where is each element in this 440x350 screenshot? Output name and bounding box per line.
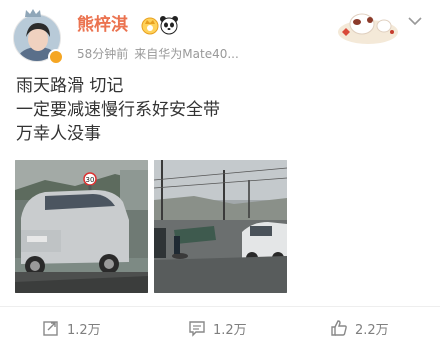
comment-count: 1.2万 bbox=[213, 322, 247, 338]
verified-badge bbox=[48, 49, 64, 65]
repost-button[interactable]: 1.2万 bbox=[42, 314, 101, 342]
road-photo bbox=[154, 160, 287, 293]
post-image-2[interactable] bbox=[154, 160, 287, 293]
actions-divider bbox=[0, 306, 440, 307]
car-photo: 30 bbox=[15, 160, 148, 293]
crown-vip-icon bbox=[141, 17, 159, 35]
post-header: 熊梓淇 58分钟前 来自华为Mate40... bbox=[0, 0, 440, 68]
card-decoration-dog-icon bbox=[338, 13, 398, 44]
post-source: 来自华为Mate40... bbox=[134, 47, 239, 61]
post-line-2: 一定要减速慢行系好安全带 bbox=[16, 100, 220, 120]
chevron-down-icon[interactable] bbox=[408, 16, 422, 26]
post-time: 58分钟前 bbox=[77, 47, 129, 61]
repost-icon bbox=[43, 321, 58, 336]
author-name[interactable]: 熊梓淇 bbox=[77, 14, 128, 36]
post-text: 雨天路滑 切记 一定要减速慢行系好安全带 万幸人没事 bbox=[16, 74, 220, 146]
comment-icon bbox=[189, 321, 205, 337]
speed-sign-label: 30 bbox=[86, 176, 95, 184]
post-line-3: 万幸人没事 bbox=[16, 124, 101, 144]
panda-icon bbox=[160, 16, 178, 35]
thumbs-up-icon bbox=[331, 320, 347, 336]
crown-icon bbox=[25, 9, 41, 17]
post-line-1: 雨天路滑 切记 bbox=[16, 76, 124, 96]
like-count: 2.2万 bbox=[355, 322, 389, 338]
post-meta: 58分钟前 来自华为Mate40... bbox=[77, 46, 239, 62]
repost-count: 1.2万 bbox=[67, 322, 101, 338]
post-image-1[interactable]: 30 bbox=[15, 160, 148, 293]
avatar[interactable] bbox=[13, 9, 64, 65]
like-button[interactable]: 2.2万 bbox=[330, 314, 389, 342]
comment-button[interactable]: 1.2万 bbox=[188, 314, 247, 342]
